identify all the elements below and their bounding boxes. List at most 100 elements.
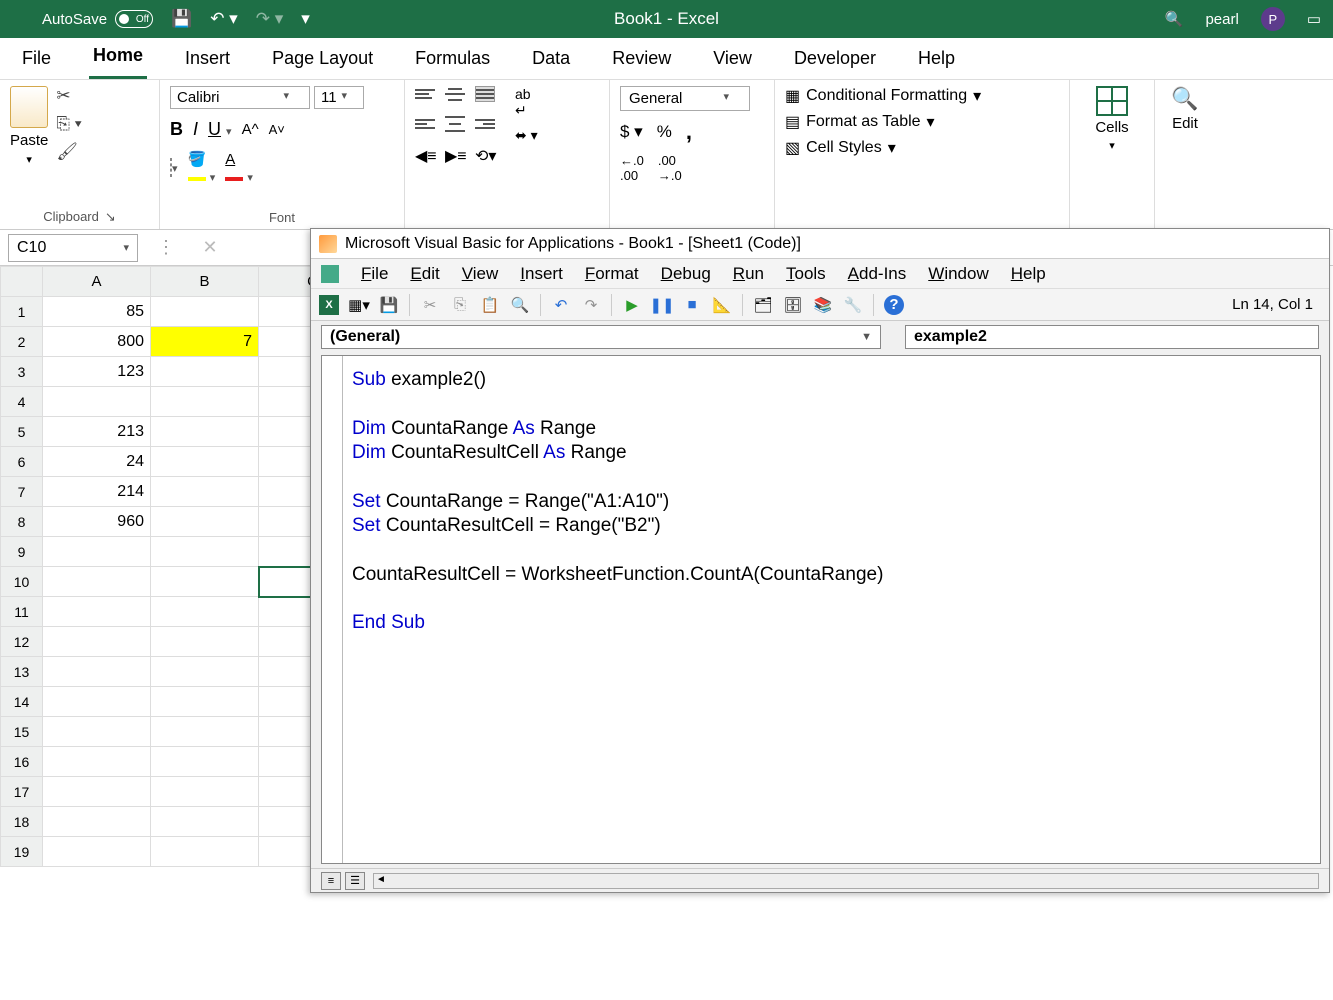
vba-menu-file[interactable]: File bbox=[361, 264, 388, 284]
select-all-corner[interactable] bbox=[1, 267, 43, 297]
cut-icon[interactable]: ✂ bbox=[56, 86, 81, 106]
cell-A15[interactable] bbox=[43, 717, 151, 747]
cell-B1[interactable] bbox=[151, 297, 259, 327]
object-browser-icon[interactable]: 📚 bbox=[813, 295, 833, 315]
increase-font-icon[interactable]: A^ bbox=[242, 121, 259, 138]
tab-page-layout[interactable]: Page Layout bbox=[268, 40, 377, 79]
cell-A10[interactable] bbox=[43, 567, 151, 597]
align-center-icon[interactable] bbox=[445, 116, 465, 132]
vba-menu-debug[interactable]: Debug bbox=[661, 264, 711, 284]
cell-A3[interactable]: 123 bbox=[43, 357, 151, 387]
tab-review[interactable]: Review bbox=[608, 40, 675, 79]
align-top-icon[interactable] bbox=[415, 86, 435, 102]
comma-icon[interactable]: , bbox=[686, 119, 692, 145]
cell-B10[interactable] bbox=[151, 567, 259, 597]
cell-A11[interactable] bbox=[43, 597, 151, 627]
tab-insert[interactable]: Insert bbox=[181, 40, 234, 79]
cell-B14[interactable] bbox=[151, 687, 259, 717]
cell-B8[interactable] bbox=[151, 507, 259, 537]
align-left-icon[interactable] bbox=[415, 116, 435, 132]
properties-icon[interactable]: 🗄 bbox=[783, 295, 803, 315]
italic-button[interactable]: I bbox=[193, 119, 198, 140]
cell-B13[interactable] bbox=[151, 657, 259, 687]
cell-B3[interactable] bbox=[151, 357, 259, 387]
vba-menu-tools[interactable]: Tools bbox=[786, 264, 826, 284]
qat-more-icon[interactable]: ▾ bbox=[301, 9, 310, 29]
copy-icon[interactable]: ⎘ bbox=[450, 295, 470, 315]
vba-code-pane[interactable]: Sub example2() Dim CountaRange As Range … bbox=[321, 355, 1321, 864]
cell-B17[interactable] bbox=[151, 777, 259, 807]
tab-view[interactable]: View bbox=[709, 40, 756, 79]
help-icon[interactable]: ? bbox=[884, 295, 904, 315]
format-painter-icon[interactable]: 🖌 bbox=[56, 142, 81, 162]
save-icon[interactable]: 💾 bbox=[379, 295, 399, 315]
increase-decimal-icon[interactable]: ←.0.00 bbox=[620, 153, 644, 183]
vba-menu-add-ins[interactable]: Add-Ins bbox=[848, 264, 907, 284]
align-right-icon[interactable] bbox=[475, 116, 495, 132]
redo-icon[interactable]: ↷ bbox=[581, 295, 601, 315]
vba-menu-help[interactable]: Help bbox=[1011, 264, 1046, 284]
orientation-icon[interactable]: ⟲▾ bbox=[475, 146, 497, 172]
stop-icon[interactable]: ■ bbox=[682, 295, 702, 315]
run-icon[interactable]: ▶ bbox=[622, 295, 642, 315]
currency-icon[interactable]: $ ▾ bbox=[620, 122, 643, 142]
cell-A17[interactable] bbox=[43, 777, 151, 807]
format-as-table-button[interactable]: ▤Format as Table ▾ bbox=[785, 112, 1059, 132]
editing-button[interactable]: 🔍 Edit bbox=[1165, 86, 1205, 132]
wrap-text-icon[interactable]: ab↵ bbox=[515, 86, 538, 119]
borders-button[interactable]: ▾ bbox=[170, 159, 178, 176]
cell-A9[interactable] bbox=[43, 537, 151, 567]
cell-A13[interactable] bbox=[43, 657, 151, 687]
cell-B11[interactable] bbox=[151, 597, 259, 627]
vba-menu-format[interactable]: Format bbox=[585, 264, 639, 284]
row-header-19[interactable]: 19 bbox=[1, 837, 43, 867]
merge-center-icon[interactable]: ⬌ ▾ bbox=[515, 127, 538, 144]
vba-menu-insert[interactable]: Insert bbox=[520, 264, 563, 284]
row-header-6[interactable]: 6 bbox=[1, 447, 43, 477]
row-header-8[interactable]: 8 bbox=[1, 507, 43, 537]
row-header-1[interactable]: 1 bbox=[1, 297, 43, 327]
name-box[interactable]: C10▾ bbox=[8, 234, 138, 262]
toolbox-icon[interactable]: 🔧 bbox=[843, 295, 863, 315]
cell-A18[interactable] bbox=[43, 807, 151, 837]
tab-data[interactable]: Data bbox=[528, 40, 574, 79]
tab-file[interactable]: File bbox=[18, 40, 55, 79]
cell-B5[interactable] bbox=[151, 417, 259, 447]
design-mode-icon[interactable]: 📐 bbox=[712, 295, 732, 315]
row-header-12[interactable]: 12 bbox=[1, 627, 43, 657]
underline-button[interactable]: U ▾ bbox=[208, 119, 232, 140]
row-header-4[interactable]: 4 bbox=[1, 387, 43, 417]
cell-B6[interactable] bbox=[151, 447, 259, 477]
row-header-10[interactable]: 10 bbox=[1, 567, 43, 597]
row-header-14[interactable]: 14 bbox=[1, 687, 43, 717]
cell-A8[interactable]: 960 bbox=[43, 507, 151, 537]
vba-menu-run[interactable]: Run bbox=[733, 264, 764, 284]
cell-B7[interactable] bbox=[151, 477, 259, 507]
bold-button[interactable]: B bbox=[170, 119, 183, 140]
cell-B9[interactable] bbox=[151, 537, 259, 567]
row-header-5[interactable]: 5 bbox=[1, 417, 43, 447]
decrease-indent-icon[interactable]: ◀≡ bbox=[415, 146, 437, 172]
vba-horizontal-scrollbar[interactable] bbox=[373, 873, 1319, 889]
cell-A2[interactable]: 800 bbox=[43, 327, 151, 357]
conditional-formatting-button[interactable]: ▦Conditional Formatting ▾ bbox=[785, 86, 1059, 106]
undo-icon[interactable]: ↶ bbox=[551, 295, 571, 315]
row-header-2[interactable]: 2 bbox=[1, 327, 43, 357]
cell-B16[interactable] bbox=[151, 747, 259, 777]
excel-icon[interactable]: X bbox=[319, 295, 339, 315]
cell-A19[interactable] bbox=[43, 837, 151, 867]
cell-B12[interactable] bbox=[151, 627, 259, 657]
vba-object-dropdown[interactable]: (General)▼ bbox=[321, 325, 881, 349]
font-size-select[interactable]: 11▾ bbox=[314, 86, 364, 109]
cell-A7[interactable]: 214 bbox=[43, 477, 151, 507]
increase-indent-icon[interactable]: ▶≡ bbox=[445, 146, 467, 172]
row-header-3[interactable]: 3 bbox=[1, 357, 43, 387]
cell-B19[interactable] bbox=[151, 837, 259, 867]
cell-B4[interactable] bbox=[151, 387, 259, 417]
cells-button[interactable]: Cells ▾ bbox=[1080, 86, 1144, 152]
cell-A6[interactable]: 24 bbox=[43, 447, 151, 477]
cut-icon[interactable]: ✂ bbox=[420, 295, 440, 315]
undo-icon[interactable]: ↶ ▾ bbox=[210, 9, 238, 29]
align-middle-icon[interactable] bbox=[445, 86, 465, 102]
insert-module-icon[interactable]: ▦▾ bbox=[349, 295, 369, 315]
